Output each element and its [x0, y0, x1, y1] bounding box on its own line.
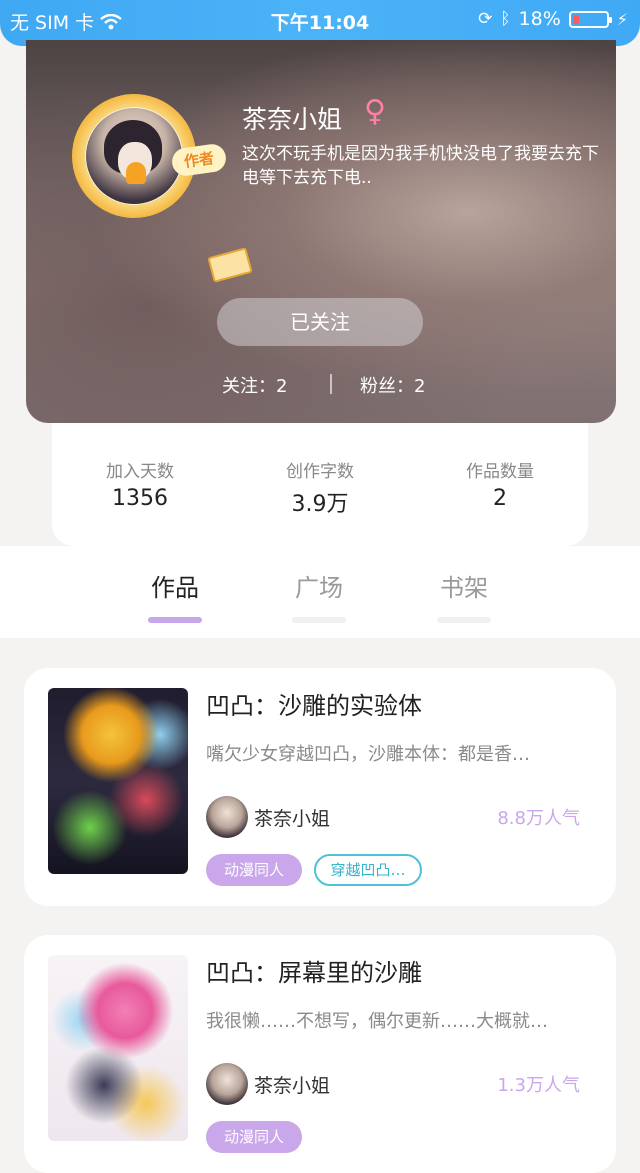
female-icon: ♀	[364, 94, 386, 129]
fans-count[interactable]: 粉丝：2	[360, 372, 425, 398]
book-card[interactable]: 凹凸：沙雕的实验体 嘴欠少女穿越凹凸，沙雕本体：都是香… 茶奈小姐 8.8万人气…	[24, 668, 616, 906]
author-name[interactable]: 茶奈小姐	[254, 804, 330, 831]
stat-join-days: 加入天数 1356	[60, 457, 220, 511]
book-title[interactable]: 凹凸：屏幕里的沙雕	[206, 953, 422, 988]
stat-works-count: 作品数量 2	[420, 457, 580, 511]
genre-tag[interactable]: 动漫同人	[206, 1121, 302, 1153]
stat-label: 加入天数	[106, 462, 174, 482]
tab-bar: 作品 广场 书架	[0, 546, 640, 638]
book-icon	[207, 247, 253, 283]
tab-indicator	[292, 617, 346, 623]
battery-icon	[568, 10, 612, 28]
author-avatar[interactable]	[206, 1063, 248, 1105]
tab-label: 书架	[440, 574, 488, 602]
tab-label: 作品	[151, 574, 199, 602]
book-cover[interactable]	[48, 955, 188, 1141]
book-description: 嘴欠少女穿越凹凸，沙雕本体：都是香…	[206, 744, 530, 765]
stats-divider	[330, 374, 332, 394]
genre-tag[interactable]: 动漫同人	[206, 854, 302, 886]
stat-label: 作品数量	[466, 462, 534, 482]
username: 茶奈小姐	[242, 105, 343, 134]
author-name[interactable]: 茶奈小姐	[254, 1071, 330, 1098]
stat-value: 3.9万	[291, 492, 349, 517]
status-right: ⟳ ᛒ 18% ⚡	[478, 8, 628, 30]
follow-stats: 关注：2 粉丝：2	[26, 370, 616, 400]
tab-works[interactable]: 作品	[130, 568, 220, 623]
user-bio: 这次不玩手机是因为我手机快没电了我要去充下电等下去充下电..	[242, 144, 599, 188]
stat-label: 创作字数	[286, 462, 354, 482]
tab-label: 广场	[295, 574, 343, 602]
tab-square[interactable]: 广场	[274, 568, 364, 623]
stat-value: 1356	[112, 486, 168, 511]
bluetooth-icon: ᛒ	[500, 9, 511, 29]
popularity-count: 1.3万人气	[497, 1075, 580, 1096]
popularity-count: 8.8万人气	[497, 808, 580, 829]
stat-value: 2	[493, 486, 507, 511]
following-count[interactable]: 关注：2	[222, 372, 287, 398]
author-avatar[interactable]	[206, 796, 248, 838]
stats-card: 加入天数 1356 创作字数 3.9万 作品数量 2	[52, 423, 588, 546]
tab-indicator	[437, 617, 491, 623]
battery-level	[572, 14, 579, 24]
tab-bookshelf[interactable]: 书架	[419, 568, 509, 623]
book-card[interactable]: 凹凸：屏幕里的沙雕 我很懒……不想写，偶尔更新……大概就… 茶奈小姐 1.3万人…	[24, 935, 616, 1173]
tab-indicator	[148, 617, 202, 623]
topic-tag[interactable]: 穿越凹凸…	[314, 854, 422, 886]
follow-button[interactable]: 已关注	[217, 298, 423, 346]
book-title[interactable]: 凹凸：沙雕的实验体	[206, 686, 422, 721]
avatar-image	[86, 108, 182, 204]
book-cover[interactable]	[48, 688, 188, 874]
charging-icon: ⚡	[616, 9, 628, 29]
battery-percent: 18%	[518, 8, 561, 30]
book-description: 我很懒……不想写，偶尔更新……大概就…	[206, 1011, 548, 1032]
stat-word-count: 创作字数 3.9万	[240, 457, 400, 518]
bell-icon	[126, 162, 146, 184]
orientation-lock-icon: ⟳	[478, 9, 493, 29]
profile-header: 作者 茶奈小姐 ♀ 这次不玩手机是因为我手机快没电了我要去充下电等下去充下电..…	[26, 40, 616, 423]
avatar[interactable]: 作者	[72, 94, 253, 283]
